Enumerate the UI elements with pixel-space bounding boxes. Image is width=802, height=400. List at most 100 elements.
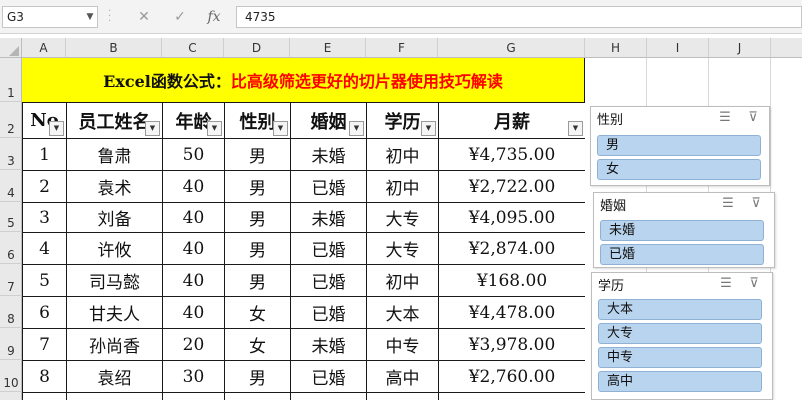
- table-cell[interactable]: 袁绍: [67, 361, 163, 393]
- row-header-10[interactable]: 10: [0, 360, 22, 392]
- table-cell[interactable]: 7: [23, 329, 67, 361]
- header-marriage[interactable]: 婚姻 ▼: [291, 103, 367, 139]
- table-cell[interactable]: 许攸: [67, 233, 163, 265]
- table-cell[interactable]: 50: [163, 139, 225, 171]
- table-cell[interactable]: 初中: [367, 171, 439, 203]
- table-cell[interactable]: ¥3,978.00: [439, 329, 585, 361]
- table-cell[interactable]: 大专: [367, 203, 439, 233]
- filter-dropdown-icon[interactable]: ▼: [568, 121, 583, 136]
- table-cell[interactable]: 初中: [367, 139, 439, 171]
- row-header-4[interactable]: 4: [0, 170, 22, 202]
- table-cell[interactable]: 40: [163, 171, 225, 203]
- header-name[interactable]: 员工姓名 ▼: [67, 103, 163, 139]
- filter-dropdown-icon[interactable]: ▼: [49, 121, 64, 136]
- clear-filter-icon[interactable]: ⊽: [746, 195, 766, 213]
- table-cell[interactable]: 1: [23, 139, 67, 171]
- drag-handle-icon[interactable]: · · ·: [108, 7, 112, 27]
- row-header-7[interactable]: 7: [0, 264, 22, 296]
- table-cell[interactable]: ¥168.00: [439, 265, 585, 297]
- filter-dropdown-icon[interactable]: ▼: [207, 121, 222, 136]
- column-header-f[interactable]: F: [366, 38, 438, 58]
- slicer-gender[interactable]: 性别 ☰ ⊽ 男 女: [590, 106, 770, 186]
- column-header-k[interactable]: [771, 38, 802, 58]
- slicer-item[interactable]: 中专: [598, 347, 762, 368]
- column-header-d[interactable]: D: [224, 38, 290, 58]
- table-cell[interactable]: 未婚: [291, 203, 367, 233]
- table-cell[interactable]: 已婚: [291, 361, 367, 393]
- multi-select-icon[interactable]: ☰: [716, 275, 736, 293]
- filter-dropdown-icon[interactable]: ▼: [273, 121, 288, 136]
- table-cell[interactable]: ¥4,095.00: [439, 203, 585, 233]
- table-cell[interactable]: 2: [23, 171, 67, 203]
- clear-filter-icon[interactable]: ⊽: [744, 275, 764, 293]
- chevron-down-icon[interactable]: ▼: [84, 7, 96, 27]
- row-header-1[interactable]: 1: [0, 58, 22, 102]
- table-cell[interactable]: 3: [23, 203, 67, 233]
- table-cell[interactable]: 高中: [367, 361, 439, 393]
- title-cell[interactable]: Excel函数公式： 比高级筛选更好的切片器使用技巧解读: [22, 58, 585, 102]
- table-cell[interactable]: 8: [23, 361, 67, 393]
- slicer-item[interactable]: 未婚: [600, 220, 764, 241]
- header-salary[interactable]: 月薪 ▼: [439, 103, 585, 139]
- formula-input[interactable]: 4735: [236, 6, 802, 28]
- table-cell[interactable]: [291, 393, 367, 400]
- table-cell[interactable]: ¥4,735.00: [439, 139, 585, 171]
- table-cell[interactable]: [225, 393, 291, 400]
- table-cell[interactable]: 男: [225, 265, 291, 297]
- slicer-marriage[interactable]: 婚姻 ☰ ⊽ 未婚 已婚: [593, 192, 775, 268]
- table-cell[interactable]: 已婚: [291, 233, 367, 265]
- slicer-item[interactable]: 已婚: [600, 244, 764, 265]
- table-cell[interactable]: 女: [225, 297, 291, 329]
- table-cell[interactable]: ¥2,874.00: [439, 233, 585, 265]
- row-header-2[interactable]: 2: [0, 102, 22, 138]
- table-cell[interactable]: 孙尚香: [67, 329, 163, 361]
- multi-select-icon[interactable]: ☰: [718, 195, 738, 213]
- table-cell[interactable]: 初中: [367, 265, 439, 297]
- slicer-item[interactable]: 大本: [598, 299, 762, 320]
- column-header-i[interactable]: I: [647, 38, 709, 58]
- table-cell[interactable]: [163, 393, 225, 400]
- table-cell[interactable]: [67, 393, 163, 400]
- table-cell[interactable]: 5: [23, 265, 67, 297]
- column-header-b[interactable]: B: [66, 38, 162, 58]
- column-header-h[interactable]: H: [585, 38, 647, 58]
- table-cell[interactable]: 甘夫人: [67, 297, 163, 329]
- enter-icon[interactable]: ✓: [168, 7, 192, 27]
- slicer-item[interactable]: 男: [597, 135, 761, 156]
- table-cell[interactable]: 男: [225, 203, 291, 233]
- column-header-c[interactable]: C: [162, 38, 224, 58]
- row-header-11[interactable]: [0, 392, 22, 400]
- filter-dropdown-icon[interactable]: ▼: [349, 121, 364, 136]
- table-cell[interactable]: 4: [23, 233, 67, 265]
- table-cell[interactable]: ¥2,722.00: [439, 171, 585, 203]
- table-cell[interactable]: 女: [225, 329, 291, 361]
- table-cell[interactable]: 司马懿: [67, 265, 163, 297]
- table-cell[interactable]: [23, 393, 67, 400]
- slicer-item[interactable]: 大专: [598, 323, 762, 344]
- table-cell[interactable]: 鲁肃: [67, 139, 163, 171]
- slicer-education[interactable]: 学历 ☰ ⊽ 大本 大专 中专 高中: [591, 272, 773, 400]
- column-header-a[interactable]: A: [22, 38, 66, 58]
- row-header-9[interactable]: 9: [0, 328, 22, 360]
- header-gender[interactable]: 性别 ▼: [225, 103, 291, 139]
- table-cell[interactable]: 6: [23, 297, 67, 329]
- table-cell[interactable]: 已婚: [291, 265, 367, 297]
- column-header-e[interactable]: E: [290, 38, 366, 58]
- table-cell[interactable]: 男: [225, 139, 291, 171]
- slicer-item[interactable]: 女: [597, 159, 761, 180]
- table-cell[interactable]: 已婚: [291, 297, 367, 329]
- table-cell[interactable]: 未婚: [291, 139, 367, 171]
- header-no[interactable]: No ▼: [23, 103, 67, 139]
- table-cell[interactable]: 40: [163, 297, 225, 329]
- table-cell[interactable]: 20: [163, 329, 225, 361]
- table-cell[interactable]: 男: [225, 171, 291, 203]
- table-cell[interactable]: 40: [163, 203, 225, 233]
- table-cell[interactable]: 40: [163, 265, 225, 297]
- table-cell[interactable]: 大专: [367, 233, 439, 265]
- row-header-8[interactable]: 8: [0, 296, 22, 328]
- table-cell[interactable]: 已婚: [291, 171, 367, 203]
- table-cell[interactable]: 40: [163, 233, 225, 265]
- clear-filter-icon[interactable]: ⊽: [743, 109, 763, 127]
- table-cell[interactable]: 男: [225, 233, 291, 265]
- multi-select-icon[interactable]: ☰: [715, 109, 735, 127]
